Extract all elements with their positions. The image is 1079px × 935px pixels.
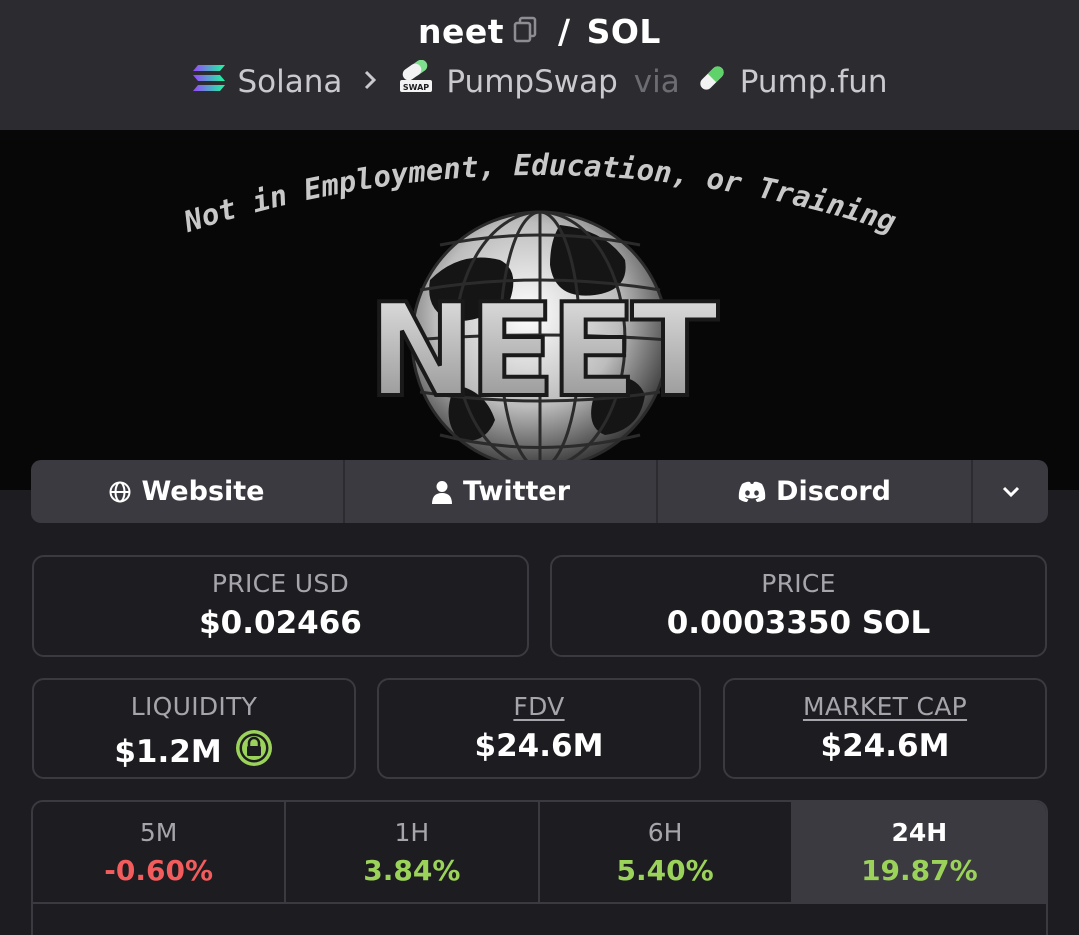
- price-native-label: PRICE: [761, 569, 836, 598]
- price-native-value: 0.0003350 SOL: [666, 605, 931, 641]
- price-change-table: 5M -0.60% 1H 3.84% 6H 5.40% 24H 19.87%: [31, 800, 1048, 935]
- change-period: 1H: [394, 818, 430, 847]
- market-cap-card: MARKET CAP $24.6M: [723, 678, 1047, 779]
- twitter-button[interactable]: Twitter: [345, 460, 658, 523]
- dex-link[interactable]: PumpSwap: [446, 64, 617, 100]
- chevron-right-icon: [362, 66, 378, 99]
- discord-icon: [738, 481, 766, 503]
- change-tab-5m[interactable]: 5M -0.60%: [33, 802, 287, 902]
- token-page: neet / SOL Solana SWAP PumpSwap via Pump…: [0, 0, 1079, 935]
- fdv-label[interactable]: FDV: [379, 692, 699, 721]
- price-usd-label: PRICE USD: [211, 569, 350, 598]
- price-native-card: PRICE 0.0003350 SOL: [550, 555, 1047, 657]
- liquidity-label: LIQUIDITY: [130, 692, 258, 721]
- chain-link[interactable]: Solana: [238, 64, 343, 100]
- change-value: 5.40%: [616, 854, 714, 887]
- quote-symbol: SOL: [586, 12, 661, 51]
- change-tab-1h[interactable]: 1H 3.84%: [286, 802, 540, 902]
- pumpswap-icon: SWAP: [398, 59, 434, 104]
- copy-icon[interactable]: [513, 12, 542, 51]
- user-icon: [431, 480, 453, 504]
- change-period: 24H: [891, 818, 948, 847]
- change-tab-6h[interactable]: 6H 5.40%: [540, 802, 793, 902]
- via-label: via: [633, 64, 680, 100]
- banner-logo-text: NEET: [367, 277, 718, 426]
- breadcrumb: Solana SWAP PumpSwap via Pump.fun: [0, 59, 1079, 104]
- solana-icon: [192, 63, 226, 101]
- market-cap-label[interactable]: MARKET CAP: [725, 692, 1045, 721]
- discord-button[interactable]: Discord: [658, 460, 973, 523]
- pair-separator: /: [558, 12, 571, 51]
- website-label: Website: [141, 476, 265, 507]
- lock-icon[interactable]: [234, 728, 274, 776]
- fdv-card: FDV $24.6M: [377, 678, 701, 779]
- more-links-button[interactable]: [973, 460, 1048, 523]
- social-links: Website Twitter Discord: [31, 460, 1048, 523]
- discord-label: Discord: [776, 476, 891, 507]
- fdv-value: $24.6M: [474, 728, 604, 764]
- change-period: 6H: [647, 818, 683, 847]
- change-period: 5M: [139, 818, 178, 847]
- website-button[interactable]: Website: [31, 460, 345, 523]
- globe-logo: NEET: [365, 210, 726, 470]
- twitter-label: Twitter: [462, 476, 571, 507]
- market-cap-value: $24.6M: [820, 728, 950, 764]
- token-banner: Not in Employment, Education, or Trainin…: [0, 130, 1079, 490]
- price-usd-value: $0.02466: [199, 605, 362, 641]
- pair-title: neet / SOL: [0, 12, 1079, 51]
- price-usd-card: PRICE USD $0.02466: [32, 555, 529, 657]
- liquidity-card: LIQUIDITY $1.2M: [32, 678, 356, 779]
- token-symbol: neet: [418, 12, 505, 51]
- change-value: 19.87%: [861, 854, 978, 887]
- change-value: -0.60%: [104, 854, 213, 887]
- launchpad-link[interactable]: Pump.fun: [740, 64, 888, 100]
- change-tab-24h[interactable]: 24H 19.87%: [792, 802, 1046, 902]
- liquidity-value: $1.2M: [34, 728, 354, 776]
- globe-icon: [109, 481, 131, 503]
- chevron-down-icon: [1001, 485, 1021, 499]
- swap-badge-text: SWAP: [403, 83, 429, 92]
- pair-header: neet / SOL Solana SWAP PumpSwap via Pump…: [0, 0, 1079, 130]
- change-value: 3.84%: [363, 854, 461, 887]
- pumpfun-icon: [696, 62, 728, 102]
- price-change-row: 5M -0.60% 1H 3.84% 6H 5.40% 24H 19.87%: [33, 802, 1046, 904]
